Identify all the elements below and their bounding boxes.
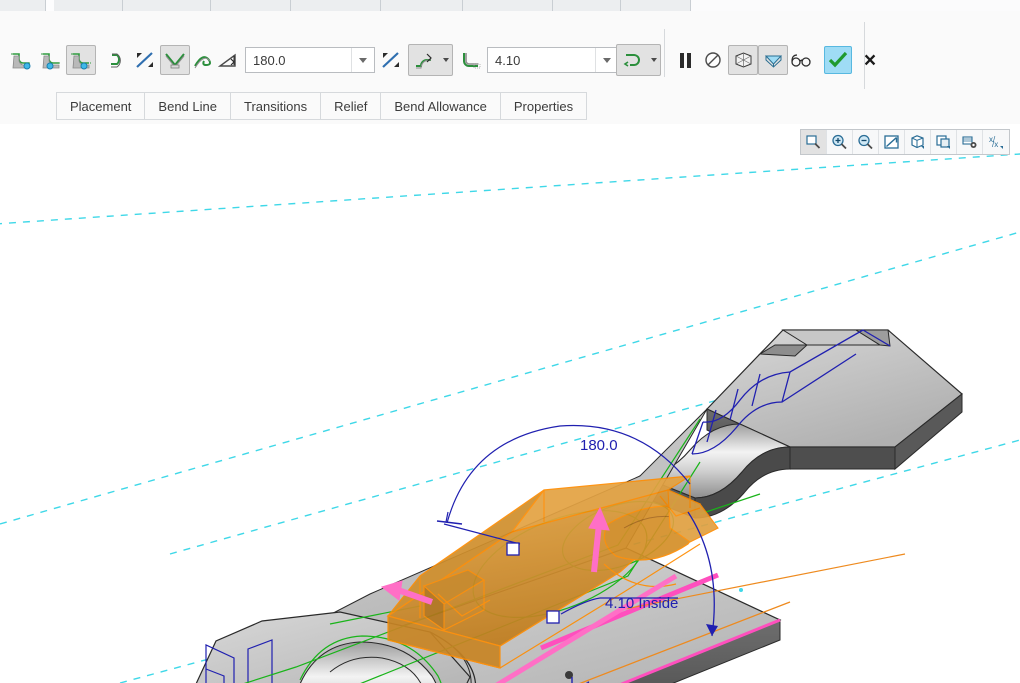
- bend-radius-side-caret[interactable]: [647, 46, 660, 74]
- dashboard-tabs: Placement Bend Line Transitions Relief B…: [56, 92, 588, 120]
- preview-feature-button[interactable]: [758, 45, 788, 75]
- vertex-point: [739, 588, 743, 592]
- repaint-icon[interactable]: [879, 130, 905, 154]
- bend-angle-dimension-text: 180.0: [580, 437, 618, 454]
- tab-transitions[interactable]: Transitions: [230, 93, 322, 119]
- bend-angle-dimension-handle: [506, 542, 520, 556]
- zoom-to-fit-icon[interactable]: [801, 130, 827, 154]
- bend-line-roll-icon[interactable]: [190, 45, 216, 75]
- bend-radius-field[interactable]: [487, 47, 619, 73]
- flip-bend-direction-icon[interactable]: [132, 45, 158, 75]
- bend-position-inside-icon[interactable]: [36, 45, 66, 75]
- tab-placement[interactable]: Placement: [57, 93, 146, 119]
- tab-properties[interactable]: Properties: [500, 93, 587, 119]
- dashboard-separator-1: [664, 29, 665, 77]
- bend-angle-flip-group: [378, 44, 404, 76]
- bend-up-to-icon[interactable]: [106, 45, 132, 75]
- bend-angle-input[interactable]: [246, 48, 351, 72]
- bend-radius-dropdown-arrow[interactable]: [595, 48, 618, 72]
- ribbon-group-3: [123, 0, 211, 11]
- bend-radius-side-group: [616, 44, 661, 76]
- bend-radius-type-split[interactable]: [408, 44, 453, 76]
- model-3d-scene: 180.0 4.10 Inside Section 1 1 1: [0, 153, 1020, 683]
- zoom-in-icon[interactable]: [827, 130, 853, 154]
- dashboard-tabstrip: Placement Bend Line Transitions Relief B…: [0, 89, 1020, 125]
- zoom-out-icon[interactable]: [853, 130, 879, 154]
- bend-radius-type-caret[interactable]: [439, 46, 452, 74]
- svg-text:/x: /x: [992, 140, 998, 149]
- ribbon-group-5: [291, 0, 381, 11]
- dashboard-controls: ×: [672, 44, 882, 76]
- bend-radius-side-split[interactable]: [616, 44, 661, 76]
- bend-position-centered-icon[interactable]: [66, 45, 96, 75]
- ribbon-group-6: [381, 0, 463, 11]
- bend-position-group: [6, 44, 96, 76]
- bend-position-outside-icon[interactable]: [6, 45, 36, 75]
- bend-radius-type-icon[interactable]: [409, 45, 439, 75]
- resume-button[interactable]: [698, 45, 728, 75]
- tab-bend-line[interactable]: Bend Line: [145, 93, 231, 119]
- cancel-button[interactable]: ×: [858, 48, 882, 72]
- tab-bend-allowance[interactable]: Bend Allowance: [381, 93, 501, 119]
- datum-axis-label-1: 1: [585, 679, 592, 683]
- bend-angle-field[interactable]: [245, 47, 375, 73]
- bend-radius-icon: [458, 45, 484, 75]
- bend-radius-side-icon[interactable]: [617, 45, 647, 75]
- bend-angle-dropdown-arrow[interactable]: [351, 48, 374, 72]
- saved-views-icon[interactable]: [931, 130, 957, 154]
- bend-radius-group: [458, 44, 619, 76]
- bend-radius-dimension-handle: [546, 610, 560, 624]
- application-window: × Placement Bend Line Transitions Relief…: [0, 0, 1020, 683]
- bend-radius-input[interactable]: [488, 48, 595, 72]
- flip-angle-direction-icon[interactable]: [378, 45, 404, 75]
- ribbon-group-2: [54, 0, 123, 11]
- display-style-icon[interactable]: [905, 130, 931, 154]
- ribbon-right-panel: [690, 0, 1020, 11]
- ribbon-group-7: [463, 0, 553, 11]
- preview-geometry-button[interactable]: [728, 45, 758, 75]
- ribbon-group-4: [211, 0, 291, 11]
- accept-button[interactable]: [824, 46, 852, 74]
- bend-angle-icon: [216, 45, 242, 75]
- bend-line-group: [160, 44, 216, 76]
- view-manager-icon[interactable]: [957, 130, 983, 154]
- tab-relief[interactable]: Relief: [321, 93, 382, 119]
- pause-button[interactable]: [672, 45, 698, 75]
- ribbon-group-1: [0, 0, 46, 11]
- bend-type-group: [106, 44, 158, 76]
- preview-glasses-icon[interactable]: [788, 45, 814, 75]
- ribbon-group-8: [553, 0, 621, 11]
- graphics-toolbar: x/ /x: [800, 129, 1010, 155]
- bend-radius-type-group: [408, 44, 453, 76]
- bend-angle-group: [216, 44, 375, 76]
- bend-radius-dimension-text: 4.10 Inside: [605, 595, 678, 612]
- feature-dashboard: ×: [0, 11, 1020, 100]
- datum-display-icon[interactable]: x/ /x: [983, 130, 1009, 154]
- graphics-window[interactable]: 180.0 4.10 Inside Section 1 1 1: [0, 124, 1020, 683]
- bend-line-symmetric-icon[interactable]: [160, 45, 190, 75]
